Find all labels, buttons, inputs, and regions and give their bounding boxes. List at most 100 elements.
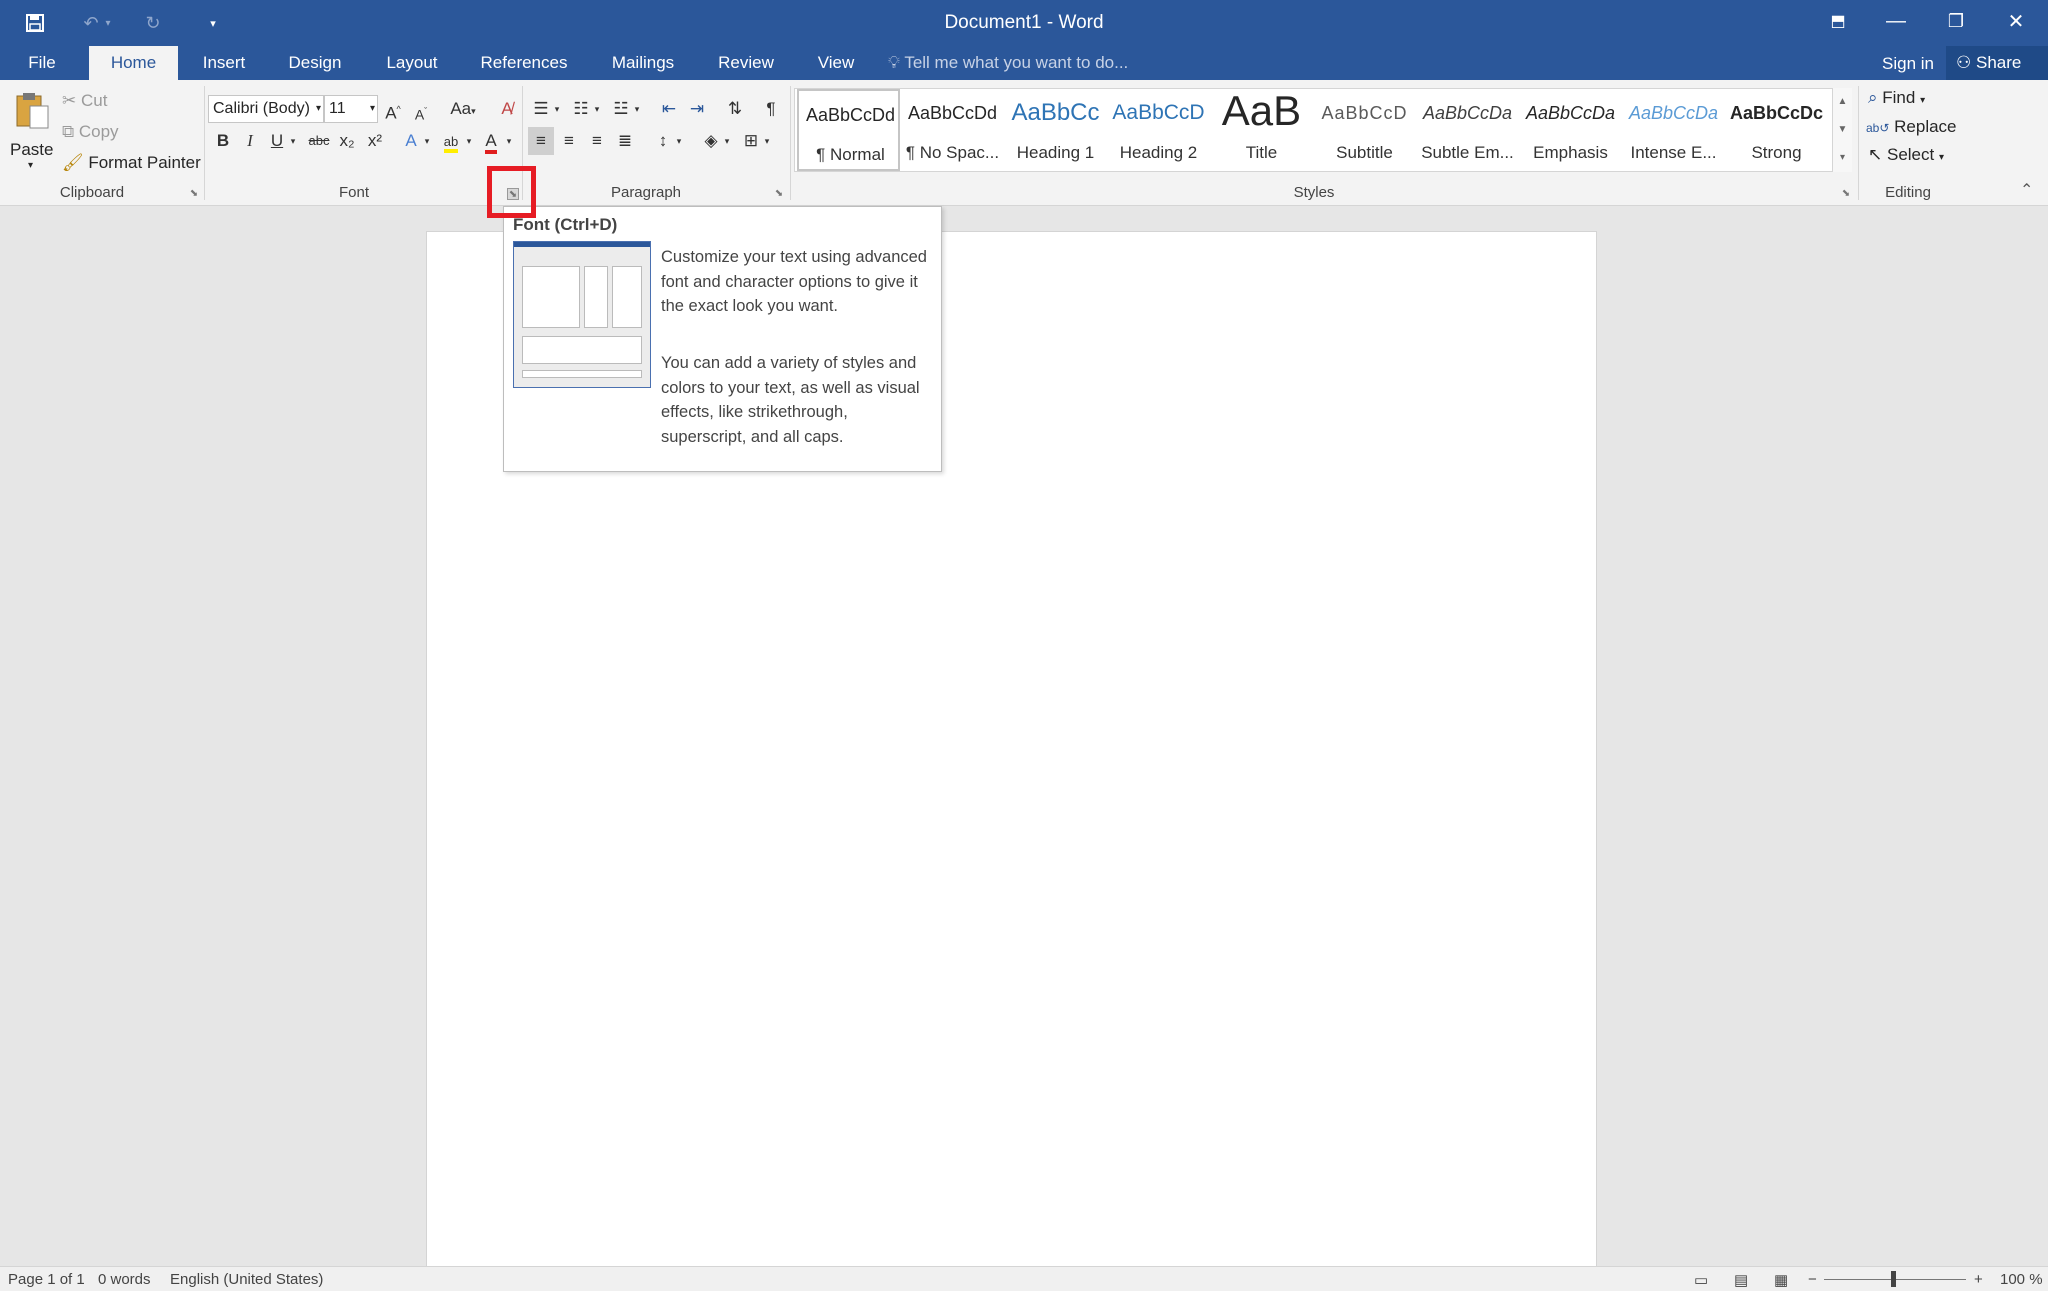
paste-dropdown-icon: ▾ [28,160,34,171]
tab-file[interactable]: File [10,46,74,80]
style-heading-1[interactable]: AaBbCc Heading 1 [1004,89,1107,171]
tab-insert[interactable]: Insert [190,46,258,80]
superscript-button[interactable]: x² [362,127,388,155]
styles-group-label: Styles [1293,184,1335,201]
tell-me-search[interactable]: 💡︎ Tell me what you want to do... [888,46,1128,80]
chevron-up-icon[interactable]: ▲ [1833,88,1852,116]
font-color-icon[interactable]: A [478,127,504,155]
show-formatting-icon[interactable]: ¶ [758,95,784,123]
style-strong[interactable]: AaBbCcDc Strong [1725,89,1828,171]
chevron-down-icon[interactable]: ▾ [550,95,564,123]
style-normal[interactable]: AaBbCcDd ¶ Normal [797,89,900,171]
tell-me-placeholder: Tell me what you want to do... [904,53,1129,72]
bold-button[interactable]: B [210,127,236,155]
tab-home[interactable]: Home [89,46,178,80]
style-intense-emphasis[interactable]: AaBbCcDa Intense E... [1622,89,1725,171]
sign-in-link[interactable]: Sign in [1882,46,1934,80]
tab-mailings[interactable]: Mailings [602,46,684,80]
change-case-button[interactable]: Aa▾ [446,95,480,123]
clipboard-launcher-icon[interactable]: ⬊ [188,188,200,200]
highlight-color-icon[interactable]: ab [438,127,464,155]
read-mode-icon[interactable]: ▭ [1694,1271,1708,1289]
style-name: Subtle Em... [1421,143,1514,162]
chevron-down-icon[interactable]: ▼ [1833,116,1852,144]
chevron-down-icon[interactable]: ▾ [630,95,644,123]
font-size-box[interactable]: 11 ▾ [324,95,378,123]
tab-view[interactable]: View [806,46,866,80]
find-button[interactable]: ⌕ Find ▾ [1868,88,1925,108]
paste-icon [16,93,49,129]
grow-font-icon[interactable]: A^ [380,95,406,123]
chevron-down-icon[interactable]: ▾ [502,127,516,155]
clear-formatting-icon[interactable]: A̸ [494,95,520,123]
ribbon-display-icon[interactable]: ⬒ [1808,0,1868,42]
word-count[interactable]: 0 words [98,1271,151,1288]
style-name: Intense E... [1630,143,1717,162]
style-emphasis[interactable]: AaBbCcDa Emphasis [1519,89,1622,171]
zoom-in-icon[interactable]: + [1974,1271,1983,1288]
font-name-box[interactable]: Calibri (Body) ▾ [208,95,324,123]
italic-button[interactable]: I [237,127,263,155]
find-label: Find [1882,88,1916,107]
close-icon[interactable]: ✕ [1986,0,2046,42]
style-subtitle[interactable]: AaBbCcD Subtitle [1313,89,1416,171]
collapse-ribbon-icon[interactable]: ⌃ [2020,180,2033,200]
underline-dropdown-icon[interactable]: ▾ [286,127,300,155]
copy-label: Copy [78,122,119,141]
share-button[interactable]: ⚇ Share [1946,46,2048,80]
shrink-font-icon[interactable]: Aˇ [408,97,434,125]
justify-icon[interactable]: ≣ [612,127,638,155]
replace-button[interactable]: ab↺ Replace [1866,117,1957,137]
paste-button[interactable]: Paste ▾ [8,86,54,176]
decrease-indent-icon[interactable]: ⇤ [656,95,682,123]
paragraph-launcher-icon[interactable]: ⬊ [773,188,785,200]
style-heading-2[interactable]: AaBbCcD Heading 2 [1107,89,1210,171]
chevron-down-icon[interactable]: ▾ [720,127,734,155]
zoom-slider-thumb[interactable] [1891,1271,1896,1287]
tab-review[interactable]: Review [710,46,782,80]
cut-button[interactable]: ✂ Cut [62,91,107,111]
chevron-down-icon[interactable]: ▾ [760,127,774,155]
chevron-down-icon[interactable]: ▾ [590,95,604,123]
align-right-icon[interactable]: ≡ [584,127,610,155]
increase-indent-icon[interactable]: ⇥ [684,95,710,123]
paintbrush-icon: 🖌︎ [62,153,84,172]
style-title[interactable]: AaB Title [1210,89,1313,171]
style-preview: AaBbCcDc [1729,103,1824,123]
replace-label: Replace [1894,117,1957,136]
format-painter-button[interactable]: 🖌︎ Format Painter [62,153,201,173]
tab-design[interactable]: Design [280,46,350,80]
zoom-level[interactable]: 100 % [2000,1271,2043,1288]
paste-label: Paste [10,140,54,159]
strikethrough-button[interactable]: abc [304,127,334,155]
more-styles-icon[interactable]: ▾ [1833,144,1852,172]
style-subtle-emphasis[interactable]: AaBbCcDa Subtle Em... [1416,89,1519,171]
restore-icon[interactable]: ❐ [1926,0,1986,42]
chevron-down-icon: ▾ [369,103,375,114]
language-indicator[interactable]: English (United States) [170,1271,323,1288]
align-center-icon[interactable]: ≡ [556,127,582,155]
chevron-down-icon[interactable]: ▾ [462,127,476,155]
style-no-spacing[interactable]: AaBbCcDd ¶ No Spac... [901,89,1004,171]
copy-button[interactable]: ⧉ Copy [62,122,119,142]
sort-icon[interactable]: ⇅ [722,95,748,123]
subscript-button[interactable]: x₂ [334,127,360,155]
font-size-value: 11 [329,100,346,117]
status-bar: Page 1 of 1 0 words English (United Stat… [0,1266,2048,1291]
tab-references[interactable]: References [472,46,576,80]
styles-launcher-icon[interactable]: ⬊ [1840,188,1852,200]
tab-layout[interactable]: Layout [376,46,448,80]
web-layout-icon[interactable]: ▦ [1774,1271,1788,1289]
align-left-icon[interactable]: ≡ [528,127,554,155]
select-button[interactable]: ↖ Select ▾ [1868,145,1944,165]
person-icon: ⚇ [1956,53,1972,72]
chevron-down-icon[interactable]: ▾ [672,127,686,155]
minimize-icon[interactable]: — [1866,0,1926,42]
page-count[interactable]: Page 1 of 1 [8,1271,85,1288]
style-name: ¶ No Spac... [905,143,1000,162]
chevron-down-icon[interactable]: ▾ [420,127,434,155]
zoom-out-icon[interactable]: − [1808,1271,1817,1288]
print-layout-icon[interactable]: ▤ [1734,1271,1748,1289]
chevron-down-icon: ▾ [1938,152,1944,163]
style-name: Subtitle [1336,143,1393,162]
